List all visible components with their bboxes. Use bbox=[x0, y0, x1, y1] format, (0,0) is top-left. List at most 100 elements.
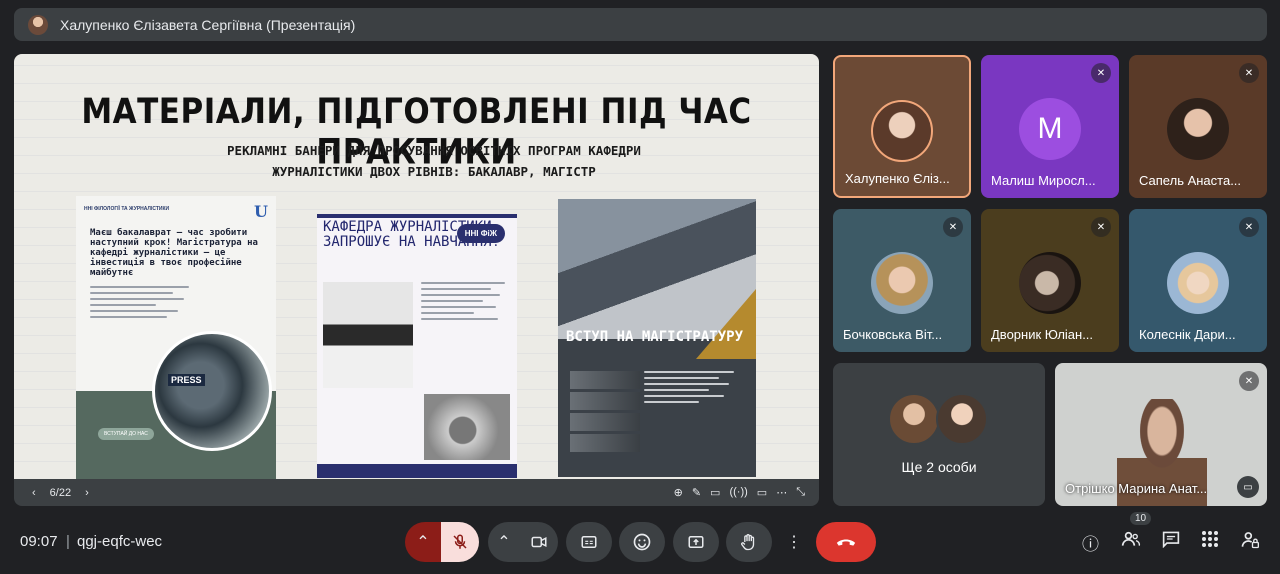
hand-icon bbox=[741, 534, 755, 551]
people-icon[interactable] bbox=[1121, 530, 1141, 553]
emoji-icon bbox=[633, 533, 651, 551]
participant-tile[interactable]: ✕ Бочковська Віт... bbox=[833, 209, 971, 352]
avatar-initial: M bbox=[1037, 112, 1063, 145]
participant-name: Дворник Юліан... bbox=[991, 327, 1094, 342]
mic-off-icon: ✕ bbox=[943, 217, 963, 237]
control-bar: 09:07 | qgj-eqfc-wec ⌃ ⌃ ⋮ ⓘ 10 bbox=[0, 512, 1280, 574]
reactions-button[interactable] bbox=[619, 522, 665, 562]
poster1-photo bbox=[152, 331, 272, 451]
zoom-icon[interactable]: ⊕ bbox=[674, 486, 683, 499]
participant-tile[interactable]: ✕ M Малиш Миросл... bbox=[981, 55, 1119, 198]
poster1-headline: Маєш бакалаврат — час зробити наступний … bbox=[90, 228, 258, 278]
participant-name: Колеснік Дари... bbox=[1139, 327, 1236, 342]
slide-controls: ‹ 6/22 › ⊕ ✎ ▭ ((·)) ▭ ⋯ ⤡ bbox=[14, 479, 819, 506]
poster2-microphone-photo bbox=[424, 394, 510, 460]
chat-icon[interactable] bbox=[1161, 530, 1181, 553]
poster1-brand: ННІ ФІЛОЛОГІЇ ТА ЖУРНАЛІСТИКИ bbox=[84, 206, 170, 212]
participant-name: Малиш Миросл... bbox=[991, 173, 1096, 188]
annotate-icon[interactable]: ✎ bbox=[692, 486, 701, 499]
prev-slide-button[interactable]: ‹ bbox=[32, 487, 36, 499]
fullscreen-icon[interactable]: ⤡ bbox=[796, 486, 805, 499]
presentation-title: Халупенко Єлізавета Сергіївна (Презентац… bbox=[60, 16, 356, 33]
poster-masters: ВСТУП НА МАГІСТРАТУРУ bbox=[558, 199, 756, 477]
participant-avatar bbox=[1019, 252, 1081, 314]
captions-icon[interactable]: ▭ bbox=[710, 486, 720, 499]
participant-avatar bbox=[1167, 252, 1229, 314]
info-icon[interactable]: ⓘ bbox=[1082, 530, 1099, 555]
host-controls-icon[interactable] bbox=[1240, 530, 1260, 555]
presenter-avatar bbox=[28, 14, 48, 35]
participant-avatar bbox=[936, 393, 988, 445]
participant-avatar bbox=[871, 100, 933, 162]
participant-tile[interactable]: ✕ Колеснік Дари... bbox=[1129, 209, 1267, 352]
more-vert-icon: ⋮ bbox=[786, 534, 802, 551]
presentation-stage: МАТЕРІАЛИ, ПІДГОТОВЛЕНІ ПІД ЧАС ПРАКТИКИ… bbox=[14, 54, 819, 506]
poster2-pill: ННІ ФіЖ bbox=[456, 224, 505, 243]
camera-button[interactable] bbox=[520, 522, 558, 562]
poster-bachelor: ННІ ФІЛОЛОГІЇ ТА ЖУРНАЛІСТИКИ U Маєш бак… bbox=[76, 196, 276, 479]
presentation-header: Халупенко Єлізавета Сергіївна (Презентац… bbox=[14, 8, 1267, 41]
participant-tile[interactable]: ✕ Дворник Юліан... bbox=[981, 209, 1119, 352]
poster1-button: ВСТУПАЙ ДО НАС bbox=[98, 428, 154, 440]
participant-name: Бочковська Віт... bbox=[843, 327, 943, 342]
more-participants-label: Ще 2 особи bbox=[901, 459, 977, 475]
slide-subtitle-line1: РЕКЛАМНІ БАНЕРИ ДЛЯ ПРОСУВАННЯ ОСВІТНІХ … bbox=[227, 143, 641, 158]
participant-name: Сапель Анаста... bbox=[1139, 173, 1242, 188]
other-participants-avatars bbox=[888, 393, 988, 445]
participants-count-badge: 10 bbox=[1130, 512, 1152, 525]
leave-call-button[interactable] bbox=[816, 522, 876, 562]
university-logo: U bbox=[254, 202, 268, 221]
video-options-button[interactable]: ⌃ bbox=[488, 522, 520, 562]
participant-avatar bbox=[1167, 98, 1229, 160]
participant-name: Халупенко Єліз... bbox=[845, 171, 950, 186]
poster2-text-block bbox=[421, 282, 509, 324]
present-button[interactable] bbox=[673, 522, 719, 562]
participant-tile[interactable]: Халупенко Єліз... bbox=[833, 55, 971, 198]
chevron-up-icon: ⌃ bbox=[497, 534, 511, 551]
mic-off-icon bbox=[453, 534, 467, 549]
present-screen-icon bbox=[688, 536, 704, 548]
slide-page-indicator: 6/22 bbox=[49, 486, 72, 499]
clock: 09:07 bbox=[20, 533, 58, 550]
window-icon[interactable]: ▭ bbox=[757, 486, 767, 499]
separator: | bbox=[66, 533, 70, 550]
apps-grid-icon[interactable] bbox=[1201, 530, 1219, 553]
slide-subtitle-line2: ЖУРНАЛІСТИКИ ДВОХ РІВНІВ: БАКАЛАВР, МАГІ… bbox=[272, 164, 596, 179]
captions-button[interactable] bbox=[566, 522, 612, 562]
captions-icon bbox=[581, 536, 597, 548]
mic-off-icon: ✕ bbox=[1239, 371, 1259, 391]
pip-icon[interactable]: ▭ bbox=[1237, 476, 1259, 498]
microphone-button[interactable] bbox=[441, 522, 479, 562]
next-slide-button[interactable]: › bbox=[85, 487, 89, 499]
poster-department: КАФЕДРА ЖУРНАЛІСТИКИ ЗАПРОШУЄ НА НАВЧАНН… bbox=[317, 214, 517, 478]
participant-video-tile[interactable]: ✕ Отрішко Марина Анат... ▭ bbox=[1055, 363, 1267, 506]
more-options-button[interactable]: ⋮ bbox=[780, 522, 808, 562]
poster2-footer bbox=[317, 464, 517, 478]
hang-up-icon bbox=[836, 539, 856, 546]
mic-off-icon: ✕ bbox=[1091, 217, 1111, 237]
camera-icon bbox=[531, 536, 547, 548]
more-options-icon[interactable]: ⋯ bbox=[776, 486, 787, 499]
audio-options-button[interactable]: ⌃ bbox=[405, 522, 441, 562]
raise-hand-button[interactable] bbox=[726, 522, 772, 562]
broadcast-icon[interactable]: ((·)) bbox=[729, 486, 747, 499]
mic-off-icon: ✕ bbox=[1091, 63, 1111, 83]
poster3-text-block bbox=[644, 371, 744, 407]
poster1-text-block bbox=[90, 286, 200, 322]
participant-name: Отрішко Марина Анат... bbox=[1065, 481, 1208, 496]
poster3-headline: ВСТУП НА МАГІСТРАТУРУ bbox=[566, 329, 744, 345]
meeting-code: qgj-eqfc-wec bbox=[77, 533, 163, 550]
participant-avatar: M bbox=[1019, 98, 1081, 160]
more-participants-tile[interactable]: Ще 2 особи bbox=[833, 363, 1045, 506]
press-badge: PRESS bbox=[168, 374, 205, 386]
participant-avatar bbox=[888, 393, 940, 445]
participant-tile[interactable]: ✕ Сапель Анаста... bbox=[1129, 55, 1267, 198]
mic-off-icon: ✕ bbox=[1239, 217, 1259, 237]
poster3-accent bbox=[696, 289, 756, 359]
slide: МАТЕРІАЛИ, ПІДГОТОВЛЕНІ ПІД ЧАС ПРАКТИКИ… bbox=[14, 54, 819, 479]
poster3-thumbnails bbox=[570, 371, 640, 455]
poster2-photo bbox=[323, 282, 413, 388]
mic-off-icon: ✕ bbox=[1239, 63, 1259, 83]
participant-avatar bbox=[871, 252, 933, 314]
chevron-up-icon: ⌃ bbox=[416, 534, 430, 551]
